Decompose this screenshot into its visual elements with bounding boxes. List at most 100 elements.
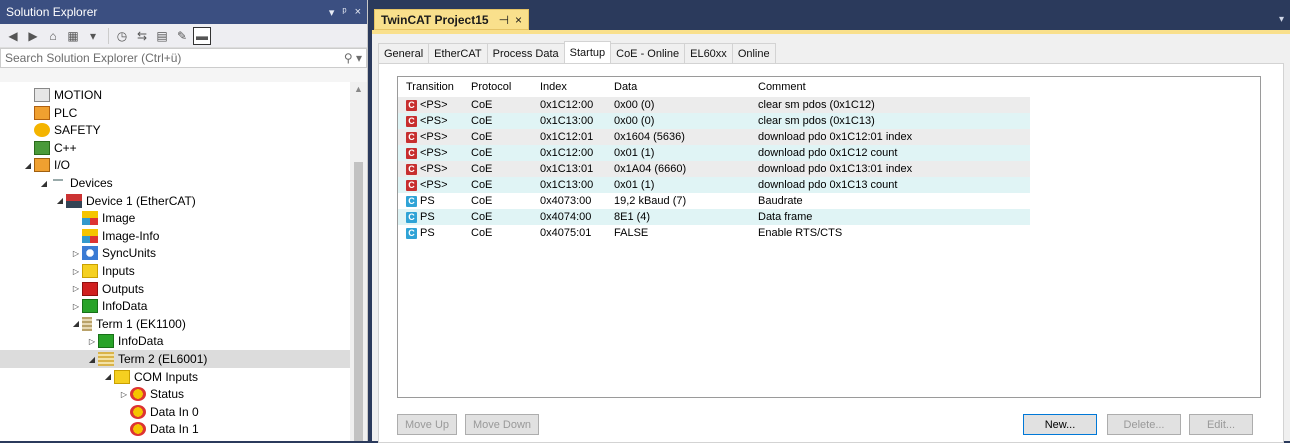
panel-dropdown-icon[interactable]: ▾ [329,6,335,19]
tree-node[interactable]: ▷ Outputs [0,280,350,298]
tree-node-label: C++ [54,140,77,155]
expand-arrow-icon[interactable]: ▷ [86,337,98,346]
tree-node-label: SAFETY [54,123,101,138]
tree-node-label: Data In 0 [150,404,199,419]
tree-scrollbar[interactable]: ▲ [350,82,367,441]
tree-node-label: Outputs [102,281,145,296]
expand-arrow-icon[interactable]: ▷ [70,302,82,311]
tree-node[interactable]: Data In 1 [0,420,350,438]
column-header-comment[interactable]: Comment [756,81,1026,93]
back-icon[interactable]: ◀ [4,27,22,45]
tab-pin-icon[interactable]: ⊣ [499,13,509,27]
tab-el60xx[interactable]: EL60xx [684,43,733,63]
tree-node-label: MOTION [54,88,102,102]
table-row[interactable]: C PS CoE 0x4075:01 FALSE Enable RTS/CTS [398,225,1030,241]
tree-node[interactable]: ◢ I/O [0,156,350,174]
expand-arrow-icon[interactable]: ◢ [38,179,50,188]
transition-cell: C <PS> [398,163,467,175]
new-button[interactable]: New... [1023,414,1097,435]
scrollbar-thumb[interactable] [354,162,363,441]
tree-node[interactable]: ▷ InfoData [0,297,350,315]
tab-ethercat[interactable]: EtherCAT [428,43,488,63]
tab-twincat-project15[interactable]: TwinCAT Project15 ⊣ × [374,9,530,30]
table-row[interactable]: C <PS> CoE 0x1C12:00 0x01 (1) download pdo 0x… [398,145,1030,161]
tree-node[interactable]: ◢ Devices [0,174,350,192]
tree-node[interactable]: C++ [0,139,350,157]
search-icon[interactable]: ⚲ ▾ [344,51,362,65]
tab-startup[interactable]: Startup [563,41,612,63]
pin-icon[interactable]: ᵖ [342,6,346,18]
tree-node[interactable]: ▷ Inputs [0,262,350,280]
tree-node[interactable]: ◢ COM Inputs [0,368,350,386]
expand-arrow-icon[interactable]: ▷ [70,284,82,293]
search-solution-explorer-input[interactable]: Search Solution Explorer (Ctrl+ü) ⚲ ▾ [0,48,367,68]
table-row[interactable]: C <PS> CoE 0x1C13:01 0x1A04 (6660) download p… [398,161,1030,177]
tab-coe-online[interactable]: CoE - Online [610,43,686,63]
switch-views-dropdown-icon[interactable]: ▾ [84,27,102,45]
expand-arrow-icon[interactable]: ▷ [70,267,82,276]
table-row[interactable]: C <PS> CoE 0x1C13:00 0x00 (0) clear sm pdos (… [398,113,1030,129]
motion-icon [34,88,50,102]
tree-node[interactable]: ▷ InfoData [0,332,350,350]
table-row[interactable]: C PS CoE 0x4074:00 8E1 (4) Data frame [398,209,1030,225]
expand-arrow-icon[interactable]: ◢ [70,319,82,328]
comment-cell: download pdo 0x1C13:01 index [758,163,913,175]
move-up-button[interactable]: Move Up [397,414,457,435]
solution-explorer-title: Solution Explorer [6,5,98,19]
tree-node[interactable]: PLC [0,104,350,122]
transition-label: <PS> [420,147,448,159]
column-header-protocol[interactable]: Protocol [467,81,538,93]
tree-node[interactable]: Image [0,209,350,227]
pending-changes-icon[interactable]: ◷ [113,27,131,45]
show-all-files-icon[interactable]: ▤ [153,27,171,45]
tree-node[interactable]: ◢ Device 1 (EtherCAT) [0,192,350,210]
move-down-button[interactable]: Move Down [465,414,539,435]
ethercat-device-icon [66,193,82,208]
transition-label: <PS> [420,179,448,191]
expand-arrow-icon[interactable]: ◢ [54,196,66,205]
tab-general[interactable]: General [378,43,430,63]
column-header-data[interactable]: Data [612,81,756,93]
transition-cell: C PS [398,211,467,223]
expand-arrow-icon[interactable]: ◢ [22,161,34,170]
tab-close-icon[interactable]: × [515,13,522,27]
column-header-index[interactable]: Index [538,81,612,93]
sync-icon[interactable]: ⇆ [133,27,151,45]
close-icon[interactable]: × [355,6,361,18]
expand-arrow-icon[interactable]: ▷ [118,390,130,399]
data-cell: 0x00 (0) [614,115,655,127]
tree-node[interactable]: ▷ Status [0,385,350,403]
protocol-cell: CoE [471,163,493,175]
table-row[interactable]: C <PS> CoE 0x1C12:00 0x00 (0) clear sm pdos (… [398,97,1030,113]
tree-node[interactable]: MOTION [0,86,350,104]
tree-node[interactable]: SAFETY [0,121,350,139]
properties-icon[interactable]: ✎ [173,27,191,45]
delete-button[interactable]: Delete... [1107,414,1181,435]
tree-node[interactable]: ◢ Term 1 (EK1100) [0,315,350,333]
edit-button[interactable]: Edit... [1189,414,1253,435]
tab-process-data[interactable]: Process Data [486,43,565,63]
tree-node-label: Device 1 (EtherCAT) [86,193,196,208]
tree-node-label: Term 2 (EL6001) [118,352,208,366]
transition-cell: C <PS> [398,99,467,111]
table-row[interactable]: C PS CoE 0x4073:00 19,2 kBaud (7) Baudrate [398,193,1030,209]
tree-node[interactable]: ▷ SyncUnits [0,244,350,262]
transition-label: <PS> [420,163,448,175]
document-dropdown-icon[interactable]: ▾ [1279,14,1284,25]
tab-online[interactable]: Online [731,43,776,63]
forward-icon[interactable]: ▶ [24,27,42,45]
preview-icon[interactable]: ▬ [193,26,211,45]
column-header-transition[interactable]: Transition [398,81,467,93]
expand-arrow-icon[interactable]: ▷ [70,249,82,258]
tree-node[interactable]: Data In 0 [0,403,350,421]
switch-views-icon[interactable]: ▦ [64,27,82,45]
scroll-up-icon[interactable]: ▲ [354,84,363,94]
tree-node[interactable]: ◢ Term 2 (EL6001) [0,350,350,368]
tree-node[interactable]: Image-Info [0,227,350,245]
home-icon[interactable]: ⌂ [44,27,62,45]
table-row[interactable]: C <PS> CoE 0x1C12:01 0x1604 (5636) download p… [398,129,1030,145]
startup-list[interactable]: Transition Protocol Index Data Comment C <PS>… [397,76,1261,398]
expand-arrow-icon[interactable]: ◢ [102,372,114,381]
expand-arrow-icon[interactable]: ◢ [86,355,98,364]
table-row[interactable]: C <PS> CoE 0x1C13:00 0x01 (1) download pdo 0x… [398,177,1030,193]
